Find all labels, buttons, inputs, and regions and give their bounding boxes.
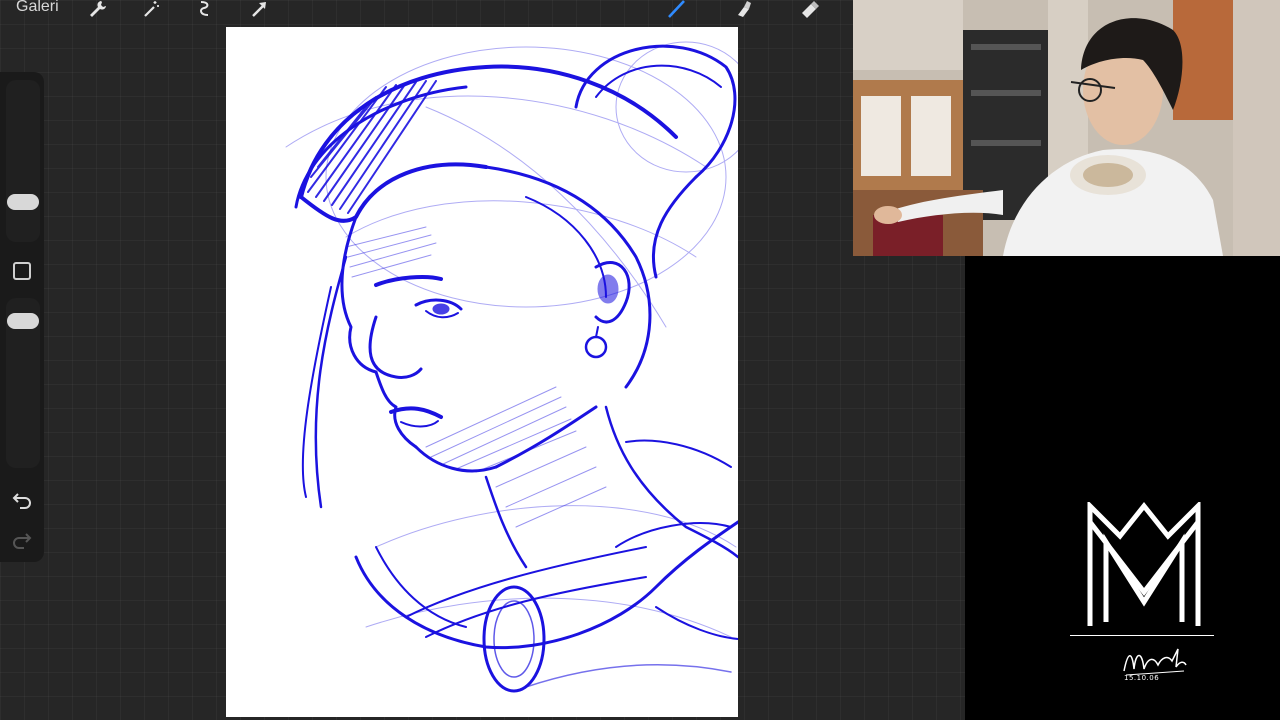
drawing-canvas[interactable] <box>226 27 738 717</box>
eraser-icon[interactable] <box>796 0 822 22</box>
top-toolbar: Galeri <box>0 0 852 22</box>
logo-divider <box>1070 635 1214 636</box>
left-sidebar <box>0 72 44 562</box>
square-icon[interactable] <box>13 262 31 280</box>
selection-icon[interactable] <box>192 0 218 22</box>
sketch-artwork <box>285 41 738 693</box>
wrench-icon[interactable] <box>84 0 110 22</box>
brush-opacity-thumb[interactable] <box>7 313 39 330</box>
mm-logo <box>1087 502 1201 626</box>
transform-arrow-icon[interactable] <box>246 0 272 22</box>
signature-date: 15.10.06 <box>1124 674 1160 682</box>
brush-size-slider[interactable] <box>6 80 40 242</box>
redo-icon[interactable] <box>11 528 33 550</box>
brush-icon[interactable] <box>664 0 690 22</box>
drawing-app: Galeri <box>0 0 965 720</box>
magic-wand-icon[interactable] <box>138 0 164 22</box>
webcam-overlay <box>853 0 1280 256</box>
webcam-feed-image <box>853 0 1280 256</box>
smudge-icon[interactable] <box>730 0 756 22</box>
brush-size-thumb[interactable] <box>7 193 39 210</box>
gallery-button[interactable]: Galeri <box>16 0 59 16</box>
undo-icon[interactable] <box>11 488 33 510</box>
